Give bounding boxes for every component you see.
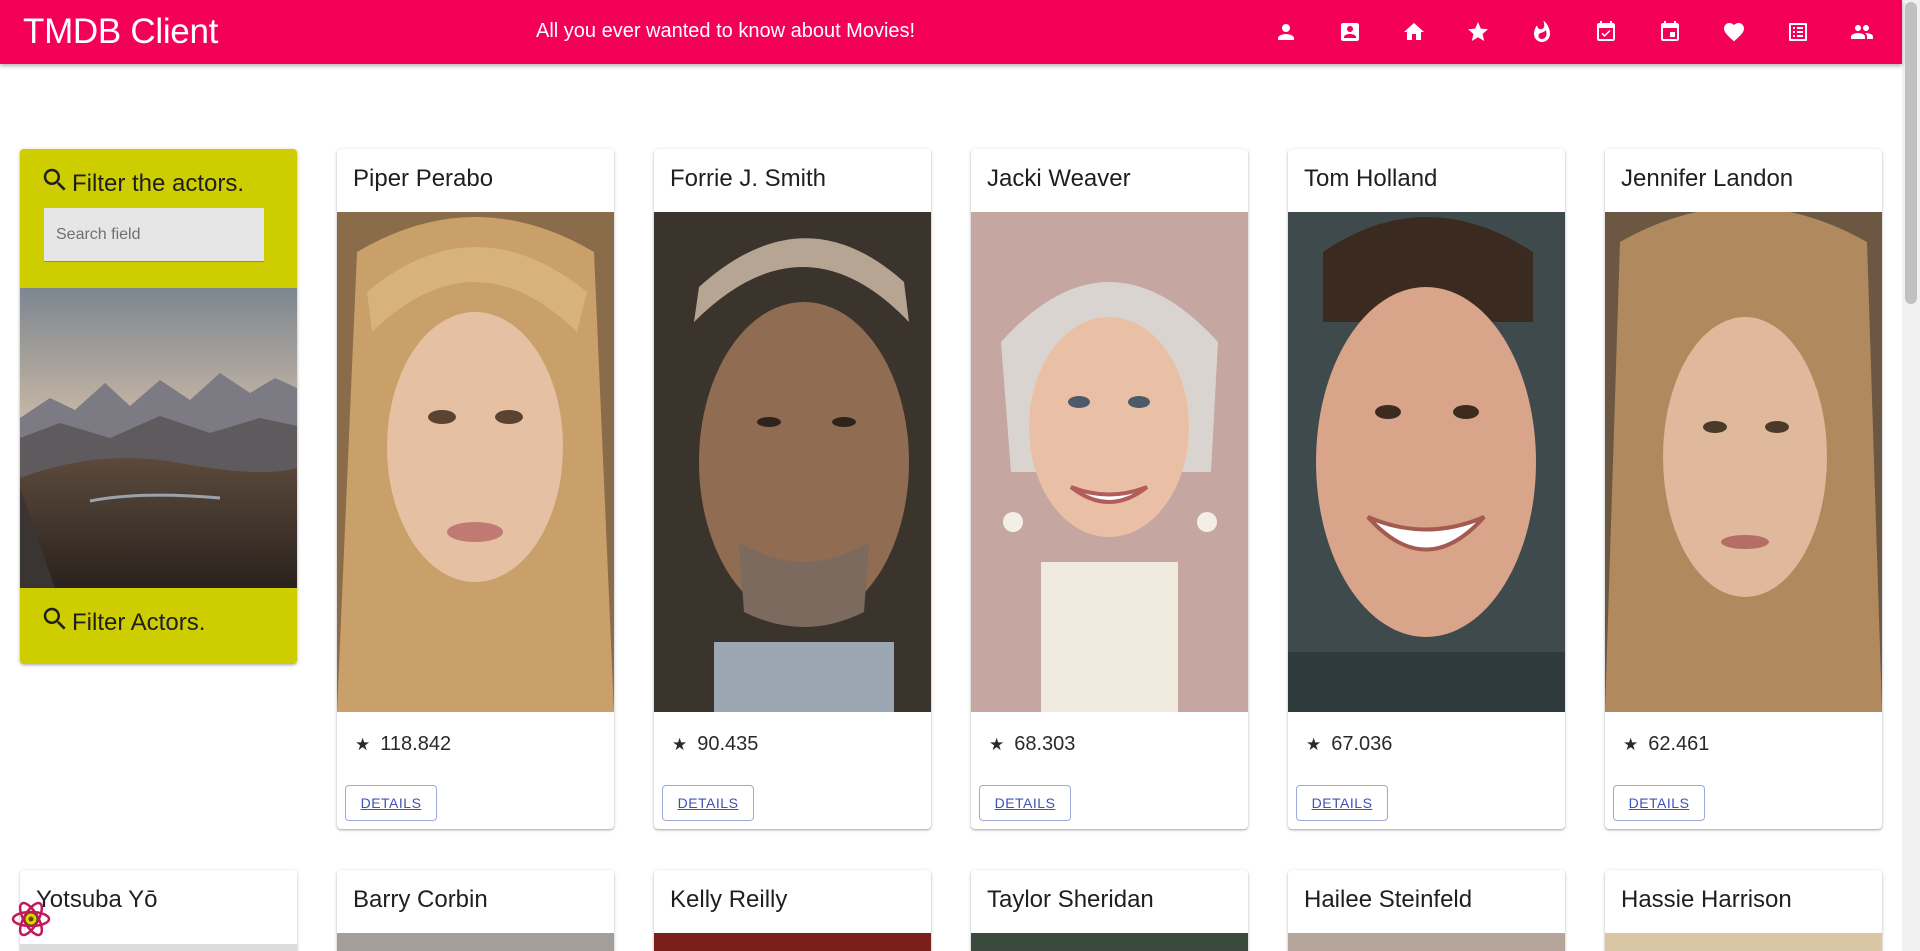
home-icon[interactable] bbox=[1390, 8, 1438, 56]
actor-portrait bbox=[1288, 933, 1565, 951]
actor-name: Jacki Weaver bbox=[987, 165, 1131, 192]
filter-header: Filter the actors. bbox=[20, 149, 297, 288]
actor-portrait bbox=[971, 933, 1248, 951]
actor-portrait bbox=[1605, 933, 1882, 951]
filter-footer-text: Filter Actors. bbox=[72, 608, 206, 636]
app-tagline: All you ever wanted to know about Movies… bbox=[536, 20, 916, 42]
actor-portrait bbox=[20, 944, 297, 951]
actor-card: Jennifer Landon ★ 62.461 DETAILS bbox=[1605, 149, 1882, 829]
details-button[interactable]: DETAILS bbox=[1613, 785, 1705, 821]
popularity-row: ★ 68.303 bbox=[989, 733, 1075, 756]
actor-name: Piper Perabo bbox=[353, 165, 494, 192]
search-icon bbox=[40, 604, 72, 641]
landscape-image bbox=[20, 288, 297, 588]
actor-name: Barry Corbin bbox=[353, 886, 488, 913]
popularity-row: ★ 90.435 bbox=[672, 733, 758, 756]
actor-name: Jennifer Landon bbox=[1621, 165, 1794, 192]
event-icon[interactable] bbox=[1646, 8, 1694, 56]
search-input[interactable] bbox=[44, 208, 264, 262]
filter-title-text: Filter the actors. bbox=[72, 169, 245, 197]
page-scrollbar[interactable] bbox=[1902, 0, 1920, 951]
star-icon: ★ bbox=[989, 734, 1005, 754]
whatshot-flame-icon[interactable] bbox=[1518, 8, 1566, 56]
popularity-value: 90.435 bbox=[697, 733, 759, 755]
react-devtools-icon[interactable] bbox=[10, 898, 52, 940]
actor-portrait bbox=[1288, 212, 1565, 712]
actor-card: Taylor Sheridan bbox=[971, 870, 1248, 951]
actor-portrait bbox=[337, 212, 614, 712]
filter-footer: Filter Actors. bbox=[40, 604, 205, 641]
popularity-row: ★ 118.842 bbox=[355, 733, 451, 756]
popularity-value: 118.842 bbox=[380, 733, 452, 755]
actor-name: Kelly Reilly bbox=[670, 886, 788, 913]
star-icon[interactable] bbox=[1454, 8, 1502, 56]
actor-card: Kelly Reilly bbox=[654, 870, 931, 951]
actor-card: Forrie J. Smith ★ 90.435 DETAILS bbox=[654, 149, 931, 829]
search-icon bbox=[40, 165, 72, 202]
app-bar: TMDB Client All you ever wanted to know … bbox=[0, 0, 1902, 64]
actor-card: Jacki Weaver ★ 68.303 DETAILS bbox=[971, 149, 1248, 829]
star-icon: ★ bbox=[355, 734, 371, 754]
star-icon: ★ bbox=[1623, 734, 1639, 754]
actor-card: Tom Holland ★ 67.036 DETAILS bbox=[1288, 149, 1565, 829]
popularity-value: 62.461 bbox=[1648, 733, 1710, 755]
popularity-value: 68.303 bbox=[1014, 733, 1076, 755]
popularity-value: 67.036 bbox=[1331, 733, 1393, 755]
details-button[interactable]: DETAILS bbox=[979, 785, 1071, 821]
filter-title: Filter the actors. bbox=[40, 165, 244, 202]
nav-icon-bar bbox=[1262, 0, 1902, 64]
actor-name: Hailee Steinfeld bbox=[1304, 886, 1473, 913]
actor-portrait bbox=[337, 933, 614, 951]
actor-name: Yotsuba Yō bbox=[36, 886, 158, 913]
actor-name: Hassie Harrison bbox=[1621, 886, 1792, 913]
actor-name: Tom Holland bbox=[1304, 165, 1438, 192]
popularity-row: ★ 67.036 bbox=[1306, 733, 1392, 756]
actor-portrait bbox=[971, 212, 1248, 712]
favorite-heart-icon[interactable] bbox=[1710, 8, 1758, 56]
star-icon: ★ bbox=[1306, 734, 1322, 754]
event-available-icon[interactable] bbox=[1582, 8, 1630, 56]
actor-portrait bbox=[654, 212, 931, 712]
actor-name: Taylor Sheridan bbox=[987, 886, 1154, 913]
actor-card: Yotsuba Yō bbox=[20, 870, 297, 951]
actor-card: Piper Perabo ★ 118.842 DETAILS bbox=[337, 149, 614, 829]
scrollbar-thumb[interactable] bbox=[1905, 2, 1917, 304]
actor-card: Barry Corbin bbox=[337, 870, 614, 951]
people-icon[interactable] bbox=[1838, 8, 1886, 56]
app-title[interactable]: TMDB Client bbox=[23, 12, 218, 52]
filter-panel: Filter the actors. Filter Actors. bbox=[20, 149, 297, 664]
actor-card: Hailee Steinfeld bbox=[1288, 870, 1565, 951]
actor-name: Forrie J. Smith bbox=[670, 165, 827, 192]
actor-portrait bbox=[1605, 212, 1882, 712]
popularity-row: ★ 62.461 bbox=[1623, 733, 1709, 756]
actor-card: Hassie Harrison bbox=[1605, 870, 1882, 951]
details-button[interactable]: DETAILS bbox=[345, 785, 437, 821]
details-button[interactable]: DETAILS bbox=[662, 785, 754, 821]
list-alt-icon[interactable] bbox=[1774, 8, 1822, 56]
contact-card-icon[interactable] bbox=[1326, 8, 1374, 56]
person-icon[interactable] bbox=[1262, 8, 1310, 56]
actor-portrait bbox=[654, 933, 931, 951]
details-button[interactable]: DETAILS bbox=[1296, 785, 1388, 821]
star-icon: ★ bbox=[672, 734, 688, 754]
